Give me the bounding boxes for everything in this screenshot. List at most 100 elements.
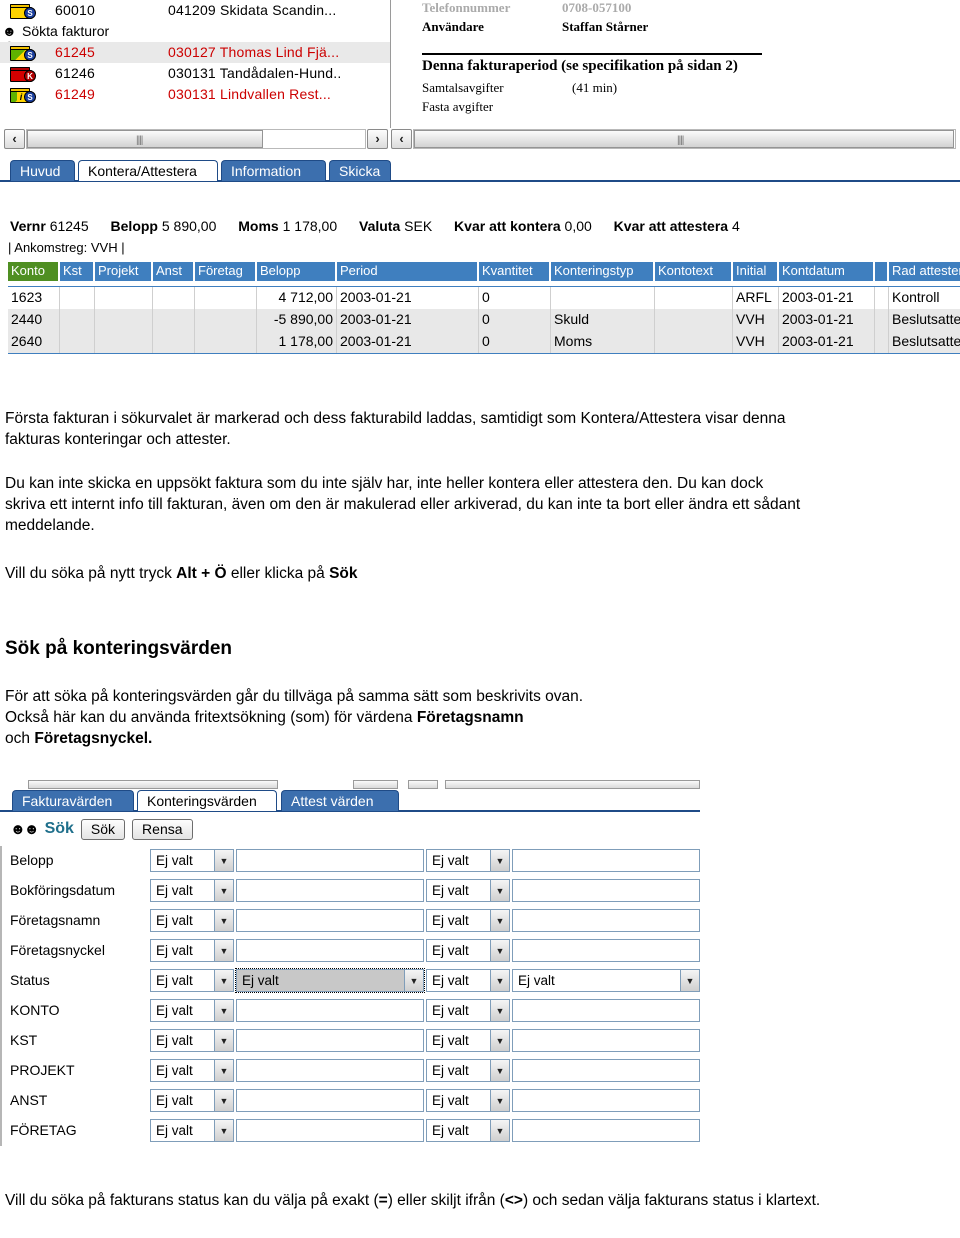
grid-col-kontdatum[interactable]: Kontdatum (779, 262, 875, 281)
value-input-1[interactable] (236, 939, 424, 962)
list-item-selected[interactable]: S 61245 030127 Thomas Lind Fjä... (0, 42, 390, 63)
value-input-2[interactable] (512, 939, 700, 962)
tab-huvud[interactable]: Huvud (10, 160, 75, 181)
tab-fakturavarden[interactable]: Fakturavärden (12, 790, 134, 811)
list-item[interactable]: S 60010 041209 Skidata Scandin... (0, 0, 390, 21)
left-pane-hscrollbar[interactable]: ‹ |||| › (4, 128, 388, 150)
operator-select-2[interactable]: Ej valt ▼ (426, 1059, 510, 1082)
chevron-down-icon[interactable]: ▼ (214, 970, 233, 991)
chevron-down-icon[interactable]: ▼ (214, 880, 233, 901)
scroll-thumb[interactable]: |||| (414, 130, 954, 148)
list-item[interactable]: K 61246 030131 Tandådalen-Hund.. (0, 63, 390, 84)
grid-col-foretag[interactable]: Företag (195, 262, 257, 281)
operator-select-1[interactable]: Ej valt ▼ (150, 999, 234, 1022)
status-value-select-1[interactable]: Ej valt ▼ (235, 968, 425, 993)
chevron-down-icon[interactable]: ▼ (490, 910, 509, 931)
chevron-down-icon[interactable]: ▼ (490, 1000, 509, 1021)
value-input-1[interactable] (236, 849, 424, 872)
chevron-down-icon[interactable]: ▼ (404, 970, 423, 991)
chevron-down-icon[interactable]: ▼ (214, 1120, 233, 1141)
value-input-1[interactable] (236, 1059, 424, 1082)
operator-select-2[interactable]: Ej valt ▼ (426, 1029, 510, 1052)
grid-col-konto[interactable]: Konto (8, 262, 60, 281)
operator-select-1[interactable]: Ej valt ▼ (150, 969, 234, 992)
grid-col-kvantitet[interactable]: Kvantitet (479, 262, 551, 281)
chevron-down-icon[interactable]: ▼ (490, 880, 509, 901)
chevron-down-icon[interactable]: ▼ (214, 1090, 233, 1111)
chevron-down-icon[interactable]: ▼ (490, 1120, 509, 1141)
search-criteria-form[interactable]: Belopp Ej valt ▼ Ej valt ▼ Bokföringsdat… (0, 846, 720, 1146)
value-input-1[interactable] (236, 1119, 424, 1142)
search-tabstrip[interactable]: Fakturavärden Konteringsvärden Attest vä… (0, 790, 720, 812)
table-row[interactable]: 2640 1 178,00 2003-01-21 0 Moms VVH 2003… (8, 331, 960, 353)
operator-select-2[interactable]: Ej valt ▼ (426, 999, 510, 1022)
value-input-2[interactable] (512, 1029, 700, 1052)
grid-col-initial[interactable]: Initial (733, 262, 779, 281)
chevron-down-icon[interactable]: ▼ (490, 850, 509, 871)
value-input-1[interactable] (236, 909, 424, 932)
operator-select-1[interactable]: Ej valt ▼ (150, 909, 234, 932)
grid-col-konteringstyp[interactable]: Konteringstyp (551, 262, 655, 281)
scroll-thumb[interactable]: |||| (27, 130, 263, 148)
chevron-down-icon[interactable]: ▼ (214, 1000, 233, 1021)
value-input-2[interactable] (512, 1089, 700, 1112)
grid-col-projekt[interactable]: Projekt (95, 262, 153, 281)
grid-col-kontotext[interactable]: Kontotext (655, 262, 733, 281)
scroll-left-icon[interactable]: ‹ (391, 129, 412, 149)
accounting-grid[interactable]: Konto Kst Projekt Anst Företag Belopp Pe… (8, 262, 960, 356)
search-toolbar[interactable]: ☻☻ Sök Sök Rensa (10, 816, 193, 842)
operator-select-1[interactable]: Ej valt ▼ (150, 1059, 234, 1082)
value-input-2[interactable] (512, 879, 700, 902)
value-input-2[interactable] (512, 999, 700, 1022)
tab-skicka[interactable]: Skicka (329, 160, 391, 181)
right-pane-hscrollbar[interactable]: ‹ |||| (391, 128, 957, 150)
status-value-select-2[interactable]: Ej valt ▼ (512, 969, 700, 992)
search-button[interactable]: Sök (80, 818, 126, 840)
chevron-down-icon[interactable]: ▼ (490, 940, 509, 961)
operator-select-2[interactable]: Ej valt ▼ (426, 969, 510, 992)
operator-select-1[interactable]: Ej valt ▼ (150, 1089, 234, 1112)
grid-col-rad-attester[interactable]: Rad attester (889, 262, 960, 281)
value-input-1[interactable] (236, 1029, 424, 1052)
grid-header-row[interactable]: Konto Kst Projekt Anst Företag Belopp Pe… (8, 262, 960, 281)
value-input-2[interactable] (512, 1119, 700, 1142)
value-input-2[interactable] (512, 1059, 700, 1082)
invoice-image-pane[interactable]: Telefonnummer 0708-057100 Användare Staf… (392, 0, 960, 128)
chevron-down-icon[interactable]: ▼ (490, 1090, 509, 1111)
chevron-down-icon[interactable]: ▼ (214, 1060, 233, 1081)
invoice-list-pane[interactable]: S 60010 041209 Skidata Scandin... ☻☻ Sök… (0, 0, 391, 128)
grid-col-kst[interactable]: Kst (60, 262, 95, 281)
operator-select-2[interactable]: Ej valt ▼ (426, 909, 510, 932)
tab-konteringsvarden[interactable]: Konteringsvärden (137, 790, 277, 811)
scroll-track[interactable]: |||| (413, 129, 956, 149)
scroll-track[interactable]: |||| (26, 129, 366, 149)
chevron-down-icon[interactable]: ▼ (490, 1060, 509, 1081)
table-row[interactable]: 1623 4 712,00 2003-01-21 0 ARFL 2003-01-… (8, 287, 960, 309)
tab-information[interactable]: Information (221, 160, 326, 181)
value-input-1[interactable] (236, 1089, 424, 1112)
chevron-down-icon[interactable]: ▼ (490, 1030, 509, 1051)
chevron-down-icon[interactable]: ▼ (680, 970, 699, 991)
clear-button[interactable]: Rensa (132, 818, 193, 840)
operator-select-2[interactable]: Ej valt ▼ (426, 939, 510, 962)
value-input-1[interactable] (236, 999, 424, 1022)
scroll-right-icon[interactable]: › (367, 129, 388, 149)
tab-kontera-attestera[interactable]: Kontera/Attestera (78, 160, 218, 181)
scroll-left-icon[interactable]: ‹ (4, 129, 25, 149)
operator-select-2[interactable]: Ej valt ▼ (426, 849, 510, 872)
chevron-down-icon[interactable]: ▼ (214, 850, 233, 871)
operator-select-2[interactable]: Ej valt ▼ (426, 1119, 510, 1142)
value-input-2[interactable] (512, 909, 700, 932)
list-item[interactable]: iS 61249 030131 Lindvallen Rest... (0, 84, 390, 105)
grid-col-period[interactable]: Period (337, 262, 479, 281)
chevron-down-icon[interactable]: ▼ (214, 910, 233, 931)
grid-col-belopp[interactable]: Belopp (257, 262, 337, 281)
operator-select-1[interactable]: Ej valt ▼ (150, 1119, 234, 1142)
tab-attest-varden[interactable]: Attest värden (281, 790, 399, 811)
value-input-1[interactable] (236, 879, 424, 902)
list-group-header[interactable]: ☻☻ Sökta fakturor (0, 21, 390, 52)
grid-col-anst[interactable]: Anst (153, 262, 195, 281)
chevron-down-icon[interactable]: ▼ (214, 940, 233, 961)
operator-select-2[interactable]: Ej valt ▼ (426, 1089, 510, 1112)
operator-select-1[interactable]: Ej valt ▼ (150, 939, 234, 962)
